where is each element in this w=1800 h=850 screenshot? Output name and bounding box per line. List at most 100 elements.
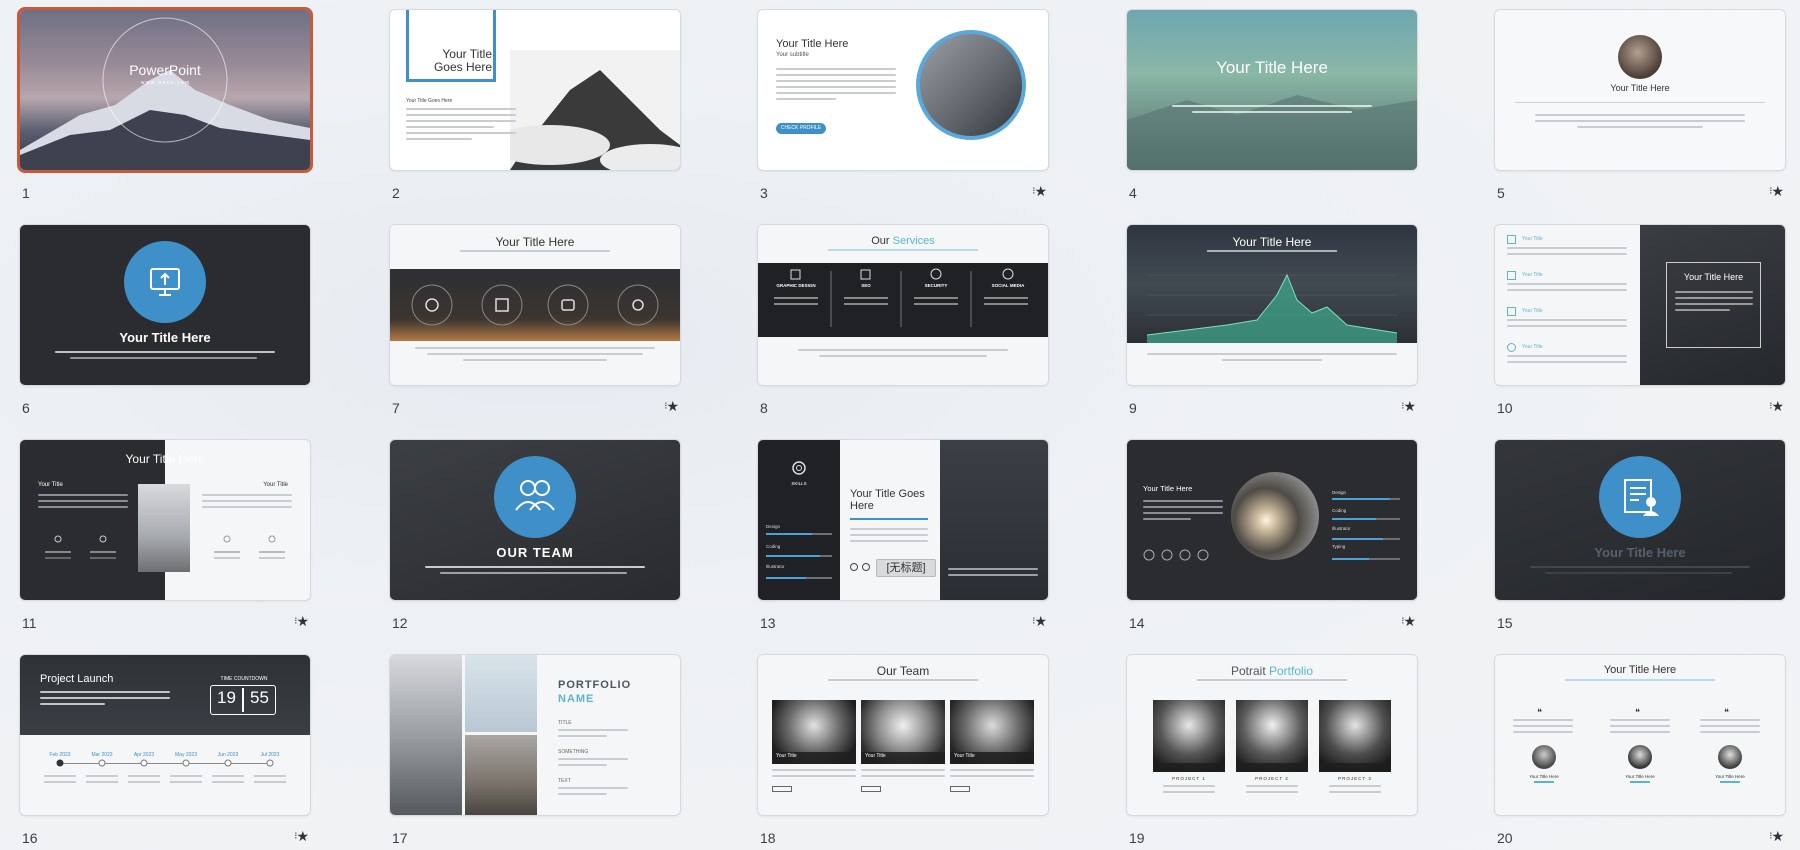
slide-thumbnail[interactable]: Your Title Here xyxy=(1495,440,1785,600)
slide-thumbnail[interactable]: Your Title Here xyxy=(1495,10,1785,170)
arch-rock-photo xyxy=(1231,472,1319,560)
slide-title: Your Title Here xyxy=(1594,545,1686,560)
subtitle-line xyxy=(828,249,978,251)
skill-bar xyxy=(766,533,832,535)
slide-6[interactable]: Your Title Here 6 xyxy=(20,225,310,425)
slide-4[interactable]: Your Title Here 4 xyxy=(1127,10,1417,210)
person-name: Your Title Here xyxy=(1625,774,1655,779)
slide-14[interactable]: Your Title Here Design Coding Illustrato… xyxy=(1127,440,1417,640)
month-label: Jul 2023 xyxy=(260,752,280,758)
slide-number: 5 xyxy=(1497,185,1505,201)
body-text xyxy=(1329,785,1381,797)
slide-15[interactable]: Your Title Here 15 xyxy=(1495,440,1785,640)
slide-thumbnail[interactable]: Your Title Here xyxy=(390,225,680,385)
slide-thumbnail[interactable]: Potrait Portfolio PROJECT 1 PROJECT 2 PR… xyxy=(1127,655,1417,815)
slide-8[interactable]: Our Services GRAPHIC DESIGN SEO SECURITY… xyxy=(758,225,1048,425)
body-text xyxy=(948,568,1038,580)
slide-thumbnail[interactable]: PowerPoint w w w . x x x x . c o m xyxy=(20,10,310,170)
slide-title: Your Title Here xyxy=(1216,58,1328,77)
body-text xyxy=(1675,291,1753,315)
slide-title: Your Title Here xyxy=(1143,484,1193,493)
profile-avatar xyxy=(1618,35,1662,79)
slide-thumbnail[interactable]: Your Title Goes Here Your Title Goes Her… xyxy=(390,10,680,170)
slide-title: Your Title Here xyxy=(1683,272,1744,282)
subtitle-line xyxy=(828,679,978,681)
slide-title: PowerPoint xyxy=(129,62,201,78)
slide-number: 20 xyxy=(1497,830,1513,846)
slide-thumbnail[interactable]: Your Title Here xyxy=(1127,225,1417,385)
slide-thumbnail[interactable]: Your Title Here ❝ ❝ ❝ Your Title Here Yo… xyxy=(1495,655,1785,815)
project-label: PROJECT 2 xyxy=(1255,776,1289,781)
body-text xyxy=(38,494,128,512)
slide-thumbnail[interactable]: Project Launch TIME COUNTDOWN 19 55 Feb … xyxy=(20,655,310,815)
slide-thumbnail[interactable]: OUR TEAM xyxy=(390,440,680,600)
cloud-coast-photo xyxy=(390,655,462,815)
countdown-hours: 19 xyxy=(217,688,236,707)
mountain-cloud-image xyxy=(510,50,680,170)
divider xyxy=(1515,102,1765,103)
slide-title: Your Title Here xyxy=(776,38,849,50)
slide-7[interactable]: Your Title Here 7 ⁝★ xyxy=(390,225,680,425)
body-text xyxy=(772,769,856,781)
slide-thumbnail[interactable]: Your Title Here xyxy=(1127,10,1417,170)
skill-bar xyxy=(1332,518,1400,520)
body-text xyxy=(558,758,628,770)
details-button xyxy=(861,786,881,792)
slide-thumbnail[interactable]: Our Services GRAPHIC DESIGN SEO SECURITY… xyxy=(758,225,1048,385)
slide-11[interactable]: Your Title Here Your Title Your Title 11… xyxy=(20,440,310,640)
slide-1[interactable]: PowerPoint w w w . x x x x . c o m 1 xyxy=(20,10,310,210)
body-text xyxy=(55,351,275,363)
gear-icon xyxy=(792,461,806,475)
portrait-photo xyxy=(1236,700,1308,772)
slide-18[interactable]: Our Team Your Title Your Title Your Titl… xyxy=(758,655,1048,850)
slide-thumbnail[interactable]: Your Title Here Design Coding Illustrato… xyxy=(1127,440,1417,600)
slide-thumbnail[interactable]: Your Title Here Your subtitle CHECK PROF… xyxy=(758,10,1048,170)
slide-3[interactable]: Your Title Here Your subtitle CHECK PROF… xyxy=(758,10,1048,210)
slide-thumbnail[interactable]: SKILLS Design Coding Illustrator Your Ti… xyxy=(758,440,1048,600)
timeline-points xyxy=(44,759,286,783)
skill-label: Illustrator xyxy=(1332,526,1351,531)
slide-17[interactable]: PORTFOLIO NAME TITLE SOMETHING TEXT 17 xyxy=(390,655,680,850)
section-label: TEXT xyxy=(558,778,571,784)
role-line xyxy=(1720,781,1740,783)
services-band: GRAPHIC DESIGN SEO SECURITY SOCIAL MEDIA xyxy=(758,263,1048,337)
slide-thumbnail[interactable]: Our Team Your Title Your Title Your Titl… xyxy=(758,655,1048,815)
slide-thumbnail[interactable]: PORTFOLIO NAME TITLE SOMETHING TEXT xyxy=(390,655,680,815)
body-text xyxy=(1513,719,1573,737)
slide-number: 6 xyxy=(22,400,30,416)
slide-thumbnail[interactable]: Your Title Here xyxy=(20,225,310,385)
slide-2[interactable]: Your Title Goes Here Your Title Goes Her… xyxy=(390,10,680,210)
slide-number: 17 xyxy=(392,830,408,846)
subtitle-line xyxy=(1565,679,1715,681)
slide-thumbnail[interactable]: Your Title Here Your Title Your Title Yo… xyxy=(1495,225,1785,385)
slide-13[interactable]: SKILLS Design Coding Illustrator Your Ti… xyxy=(758,440,1048,640)
team-icon xyxy=(494,456,576,538)
caption-bar xyxy=(1236,763,1308,772)
feature-title: Your Title xyxy=(1522,344,1543,350)
slide-20[interactable]: Your Title Here ❝ ❝ ❝ Your Title Here Yo… xyxy=(1495,655,1785,850)
slide-title: Your Title Here xyxy=(1603,664,1677,676)
slide-thumbnail[interactable]: Your Title Here Your Title Your Title xyxy=(20,440,310,600)
body-text xyxy=(1535,114,1745,132)
slide-5[interactable]: Your Title Here 5 ⁝★ xyxy=(1495,10,1785,210)
left-title: Your Title xyxy=(38,482,63,488)
slide-19[interactable]: Potrait Portfolio PROJECT 1 PROJECT 2 PR… xyxy=(1127,655,1417,850)
slide-number: 16 xyxy=(22,830,38,846)
slide-12[interactable]: OUR TEAM 12 xyxy=(390,440,680,640)
motion-star-icon: ⁝★ xyxy=(1401,398,1416,414)
caption-bar xyxy=(1319,763,1391,772)
check-profile-button: CHECK PROFILE xyxy=(776,123,826,134)
portrait-photo xyxy=(1153,700,1225,772)
slide-number: 2 xyxy=(392,185,400,201)
body-text xyxy=(415,347,655,365)
section-label: TITLE xyxy=(558,720,572,726)
skill-label: Coding xyxy=(1332,508,1347,513)
card-title: Your Title xyxy=(776,753,797,759)
slide-10[interactable]: Your Title Here Your Title Your Title Yo… xyxy=(1495,225,1785,425)
slide-title: Your Title Here xyxy=(125,452,205,466)
slide-16[interactable]: Project Launch TIME COUNTDOWN 19 55 Feb … xyxy=(20,655,310,850)
slide-9[interactable]: Your Title Here 9 ⁝★ xyxy=(1127,225,1417,425)
motion-star-icon: ⁝★ xyxy=(1032,613,1047,629)
subtitle-line xyxy=(1207,250,1337,252)
slide-number: 10 xyxy=(1497,400,1513,416)
